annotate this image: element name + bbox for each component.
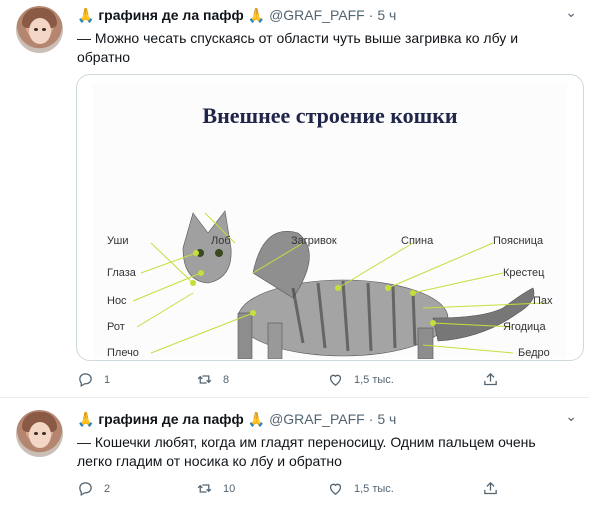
tweet-actions: 2 10 1,5 тыс. — [77, 480, 507, 500]
retweet-count: 10 — [223, 482, 236, 495]
heart-icon — [329, 374, 342, 386]
tweet-text: — Можно чесать спускаясь от области чуть… — [77, 30, 519, 65]
like-button[interactable]: 1,5 тыс. — [327, 480, 394, 497]
author-name[interactable]: 🙏 графиня де ла пафф 🙏 — [77, 7, 265, 24]
label-back: Спина — [401, 235, 434, 247]
author-name[interactable]: 🙏 графиня де ла пафф 🙏 — [77, 411, 265, 428]
share-icon — [484, 481, 497, 495]
tweet-media[interactable]: Внешнее строение кошки Уши Глаза Нос Рот… — [76, 74, 584, 361]
retweet-count: 8 — [223, 373, 230, 386]
label-lower-back: Поясница — [493, 235, 544, 247]
label-scruff: Загривок — [291, 235, 337, 247]
like-button[interactable]: 1,5 тыс. — [327, 371, 394, 388]
share-icon — [484, 372, 497, 386]
label-eyes: Глаза — [107, 267, 136, 279]
reply-count: 2 — [104, 482, 111, 495]
label-shoulder: Плечо — [107, 347, 139, 359]
avatar[interactable] — [16, 6, 63, 53]
retweet-icon — [197, 484, 212, 493]
retweet-button[interactable]: 8 — [196, 371, 229, 388]
label-forehead: Лоб — [211, 235, 231, 247]
like-count: 1,5 тыс. — [354, 482, 394, 495]
tweet-header: 🙏 графиня де ла пафф 🙏 @GRAF_PAFF · 5 ч — [77, 5, 396, 25]
timestamp[interactable]: 5 ч — [377, 411, 396, 427]
cat-illustration — [132, 210, 546, 359]
tweet-actions: 1 8 1,5 тыс. — [77, 371, 507, 391]
separator-dot: · — [368, 7, 374, 23]
retweet-button[interactable]: 10 — [196, 480, 235, 497]
more-chevron-icon[interactable]: ⌄ — [565, 408, 577, 425]
timestamp[interactable]: 5 ч — [377, 7, 396, 23]
like-count: 1,5 тыс. — [354, 373, 394, 386]
label-thigh: Бедро — [518, 347, 550, 359]
label-mouth: Рот — [107, 321, 125, 333]
label-sacrum: Крестец — [503, 267, 545, 279]
author-handle[interactable]: @GRAF_PAFF — [269, 7, 365, 23]
reply-button[interactable]: 1 — [77, 371, 110, 388]
label-nose: Нос — [107, 295, 127, 307]
tweet[interactable]: 🙏 графиня де ла пафф 🙏 @GRAF_PAFF · 5 ч … — [0, 0, 589, 398]
label-groin: Пах — [533, 295, 553, 307]
share-button[interactable] — [482, 371, 509, 388]
reply-button[interactable]: 2 — [77, 480, 110, 497]
share-button[interactable] — [482, 480, 509, 497]
tweet[interactable]: 🙏 графиня де ла пафф 🙏 @GRAF_PAFF · 5 ч … — [0, 398, 589, 509]
separator-dot: · — [368, 411, 374, 427]
reply-count: 1 — [104, 373, 111, 386]
avatar[interactable] — [16, 410, 63, 457]
label-ears: Уши — [107, 235, 129, 247]
more-chevron-icon[interactable]: ⌄ — [565, 4, 577, 21]
retweet-icon — [197, 375, 212, 384]
cat-anatomy-image: Внешнее строение кошки Уши Глаза Нос Рот… — [93, 83, 567, 359]
tweet-header: 🙏 графиня де ла пафф 🙏 @GRAF_PAFF · 5 ч — [77, 409, 396, 429]
reply-icon — [79, 482, 92, 497]
tweet-text: — Кошечки любят, когда им гладят перенос… — [77, 434, 536, 469]
label-buttock: Ягодица — [503, 321, 546, 333]
reply-icon — [79, 373, 92, 388]
heart-icon — [329, 483, 342, 495]
author-handle[interactable]: @GRAF_PAFF — [269, 411, 365, 427]
